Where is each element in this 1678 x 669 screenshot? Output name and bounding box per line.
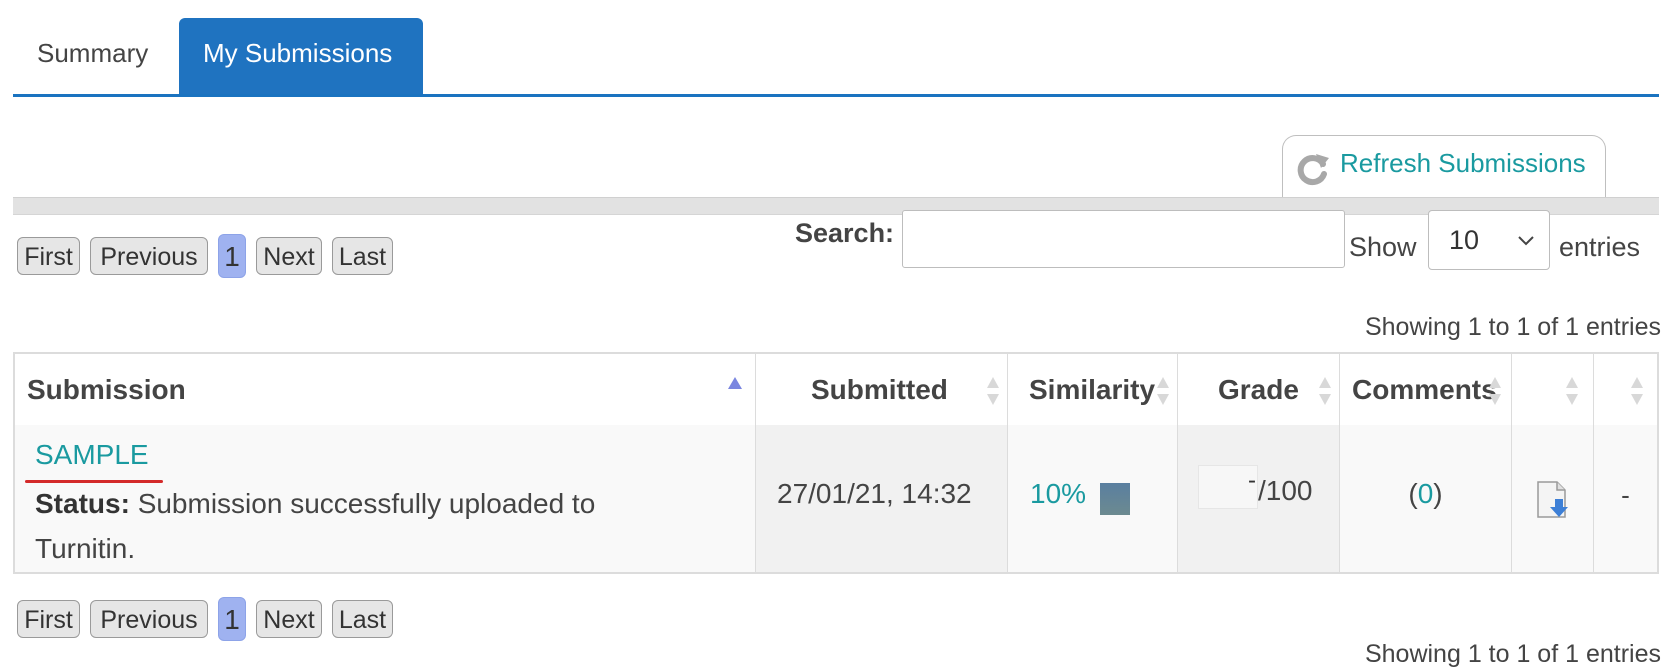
pager-previous-button[interactable]: Previous (90, 600, 208, 638)
submission-status: Status: Submission successfully uploaded… (35, 481, 675, 571)
entries-label: entries (1559, 232, 1641, 262)
pager-last-button[interactable]: Last (332, 600, 393, 638)
sort-ascending-icon (728, 377, 742, 389)
sort-both-icon (1566, 377, 1578, 405)
column-header-similarity[interactable]: Similarity (1008, 354, 1178, 425)
refresh-submissions-label: Refresh Submissions (1340, 148, 1586, 178)
column-header-submission[interactable]: Submission (15, 354, 756, 425)
comments-close-paren: ) (1433, 478, 1443, 509)
table-info-bottom: Showing 1 to 1 of 1 entries (1364, 640, 1661, 668)
column-header-label: Grade (1218, 374, 1299, 405)
entries-per-page-value: 10 (1449, 225, 1480, 255)
cell-download (1512, 425, 1594, 572)
grade-value: - (1248, 467, 1256, 494)
column-header-label: Submitted (811, 374, 948, 405)
entries-per-page-select[interactable]: 10 (1428, 210, 1550, 270)
pager-first-button[interactable]: First (17, 600, 80, 638)
pager-page-1-button[interactable]: 1 (218, 234, 246, 278)
tab-summary[interactable]: Summary (13, 18, 179, 94)
comments-open-paren: ( (1408, 478, 1418, 509)
comments-count-link[interactable]: 0 (1418, 478, 1434, 509)
pager-first-button[interactable]: First (17, 237, 80, 275)
similarity-color-swatch (1100, 483, 1130, 515)
column-header-label: Comments (1352, 374, 1497, 405)
refresh-icon (1297, 154, 1329, 186)
similarity-score-link[interactable]: 10% (1030, 478, 1086, 510)
toolbar-divider (13, 197, 1659, 215)
column-header-grade[interactable]: Grade (1178, 354, 1340, 425)
column-header-submitted[interactable]: Submitted (756, 354, 1008, 425)
tab-bar: Summary My Submissions (13, 18, 1659, 97)
pager-previous-button[interactable]: Previous (90, 237, 208, 275)
column-header-comments[interactable]: Comments (1340, 354, 1512, 425)
submission-title-link[interactable]: SAMPLE (35, 439, 149, 471)
sort-both-icon (1157, 377, 1169, 405)
column-header-download[interactable] (1512, 354, 1594, 425)
submitted-date: 27/01/21, 14:32 (777, 478, 972, 509)
extra-value: - (1621, 480, 1630, 510)
download-document-icon[interactable] (1535, 481, 1571, 519)
cell-similarity: 10% (1008, 425, 1178, 572)
show-label: Show (1349, 232, 1417, 262)
pager-next-button[interactable]: Next (256, 600, 322, 638)
submissions-table: Submission Submitted Similarity Grade Co… (13, 352, 1659, 574)
pager-next-button[interactable]: Next (256, 237, 322, 275)
sort-both-icon (987, 377, 999, 405)
pager-page-1-button[interactable]: 1 (218, 597, 246, 641)
cell-submission: SAMPLE Status: Submission successfully u… (15, 425, 756, 572)
cell-comments: (0) (1340, 425, 1512, 572)
column-header-extra[interactable] (1594, 354, 1657, 425)
pager-last-button[interactable]: Last (332, 237, 393, 275)
sort-both-icon (1631, 377, 1643, 405)
chevron-down-icon (1518, 236, 1534, 246)
table-info-top: Showing 1 to 1 of 1 entries (1364, 313, 1661, 341)
refresh-submissions-button[interactable]: Refresh Submissions (1282, 135, 1606, 197)
cell-extra: - (1594, 425, 1657, 572)
column-header-label: Submission (27, 374, 186, 405)
search-input[interactable] (902, 210, 1345, 268)
tab-my-submissions[interactable]: My Submissions (179, 18, 423, 94)
grade-max: /100 (1258, 475, 1313, 506)
sort-both-icon (1489, 377, 1501, 405)
cell-submitted: 27/01/21, 14:32 (756, 425, 1008, 572)
column-header-label: Similarity (1029, 374, 1156, 405)
status-label: Status: (35, 488, 130, 519)
search-label: Search: (795, 218, 895, 248)
cell-grade: - /100 (1178, 425, 1340, 572)
sort-both-icon (1319, 377, 1331, 405)
